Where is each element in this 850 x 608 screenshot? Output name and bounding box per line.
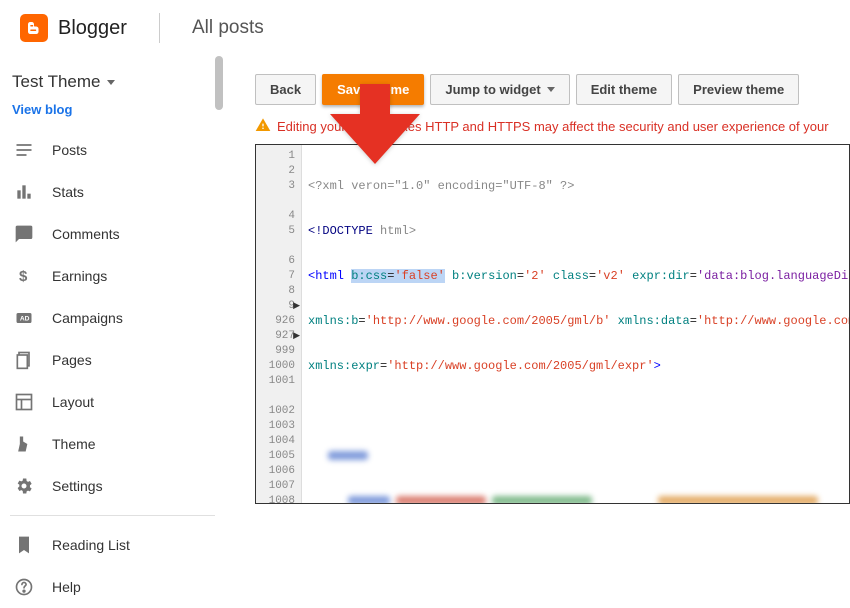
code-token: 'false' (394, 269, 444, 283)
code-token: expr:dir (625, 269, 690, 283)
code-token: '2' (524, 269, 546, 283)
code-token: b:css (351, 269, 387, 283)
warning-icon (255, 117, 271, 136)
code-token: 'v2' (596, 269, 625, 283)
nav-label: Reading List (52, 537, 130, 553)
code-content[interactable]: <?xml veron="1.0" encoding="UTF-8" ?> <!… (302, 145, 849, 503)
campaigns-icon: AD (12, 306, 36, 330)
line-gutter: 123456789▶926927▶99910001001100210031004… (256, 145, 302, 503)
earnings-icon: $ (12, 264, 36, 288)
view-blog-link[interactable]: View blog (0, 102, 225, 129)
sidebar-item-campaigns[interactable]: AD Campaigns (0, 297, 225, 339)
nav-label: Layout (52, 394, 94, 410)
jump-to-widget-button[interactable]: Jump to widget (430, 74, 569, 105)
blog-name: Test Theme (12, 72, 101, 92)
header-separator (159, 13, 160, 43)
sidebar-item-theme[interactable]: Theme (0, 423, 225, 465)
code-token: 'http://www.google.com/2005/gml/b' (366, 314, 611, 328)
code-token: <?xml ver (308, 179, 373, 193)
app-name: Blogger (58, 17, 127, 40)
code-editor[interactable]: 123456789▶926927▶99910001001100210031004… (255, 144, 850, 504)
code-token: xmlns:data (610, 314, 689, 328)
main-layout: Test Theme View blog Posts Stats Comment… (0, 56, 850, 602)
comments-icon (12, 222, 36, 246)
caret-down-icon (107, 80, 115, 85)
sidebar-scrollbar[interactable] (215, 56, 223, 110)
save-theme-button[interactable]: Save theme (322, 74, 424, 105)
code-token: 'data:blog.languageDire (697, 269, 849, 283)
nav-label: Comments (52, 226, 120, 242)
sidebar-item-pages[interactable]: Pages (0, 339, 225, 381)
nav-label: Pages (52, 352, 92, 368)
sidebar-item-stats[interactable]: Stats (0, 171, 225, 213)
nav-label: Posts (52, 142, 87, 158)
sidebar-item-settings[interactable]: Settings (0, 465, 225, 507)
warning-text: Editing your e so it mixes HTTP and HTTP… (277, 119, 829, 134)
code-token: <html (308, 269, 351, 283)
https-warning: Editing your e so it mixes HTTP and HTTP… (255, 117, 850, 136)
sidebar: Test Theme View blog Posts Stats Comment… (0, 56, 225, 602)
sidebar-item-earnings[interactable]: $ Earnings (0, 255, 225, 297)
code-token: xmlns:expr (308, 359, 380, 373)
caret-down-icon (547, 87, 555, 92)
nav-label: Theme (52, 436, 96, 452)
nav-label: Help (52, 579, 81, 595)
preview-theme-button[interactable]: Preview theme (678, 74, 799, 105)
nav-label: Stats (52, 184, 84, 200)
code-token: xmlns:b (308, 314, 358, 328)
code-token: html> (380, 224, 416, 238)
edit-theme-button[interactable]: Edit theme (576, 74, 672, 105)
nav-label: Campaigns (52, 310, 123, 326)
settings-icon (12, 474, 36, 498)
theme-icon (12, 432, 36, 456)
pages-icon (12, 348, 36, 372)
code-token: class (546, 269, 589, 283)
nav-label: Settings (52, 478, 103, 494)
sidebar-item-posts[interactable]: Posts (0, 129, 225, 171)
page-title: All posts (192, 17, 264, 39)
help-icon (12, 575, 36, 599)
blog-selector[interactable]: Test Theme (0, 66, 225, 96)
sidebar-item-reading-list[interactable]: Reading List (0, 524, 225, 566)
app-header: Blogger All posts (0, 0, 850, 56)
back-button[interactable]: Back (255, 74, 316, 105)
posts-icon (12, 138, 36, 162)
code-token: 'http://www.google.com/2005/gml/expr' (387, 359, 653, 373)
nav-label: Earnings (52, 268, 107, 284)
blurred-code (308, 419, 845, 503)
layout-icon (12, 390, 36, 414)
jump-label: Jump to widget (445, 82, 540, 97)
theme-toolbar: Back Save theme Jump to widget Edit them… (255, 74, 850, 105)
sidebar-item-layout[interactable]: Layout (0, 381, 225, 423)
content-area: Back Save theme Jump to widget Edit them… (225, 56, 850, 602)
blogger-logo-icon (20, 14, 48, 42)
code-token: b:version (445, 269, 517, 283)
code-token: > (654, 359, 661, 373)
svg-text:$: $ (19, 268, 28, 285)
code-token: 'http://www.google.com/ (697, 314, 849, 328)
stats-icon (12, 180, 36, 204)
code-token: <!DOCTYPE (308, 224, 373, 238)
svg-text:AD: AD (20, 316, 30, 323)
sidebar-item-comments[interactable]: Comments (0, 213, 225, 255)
code-token: on="1.0" encoding="UTF-8" ?> (373, 179, 575, 193)
sidebar-divider (10, 515, 215, 516)
reading-list-icon (12, 533, 36, 557)
